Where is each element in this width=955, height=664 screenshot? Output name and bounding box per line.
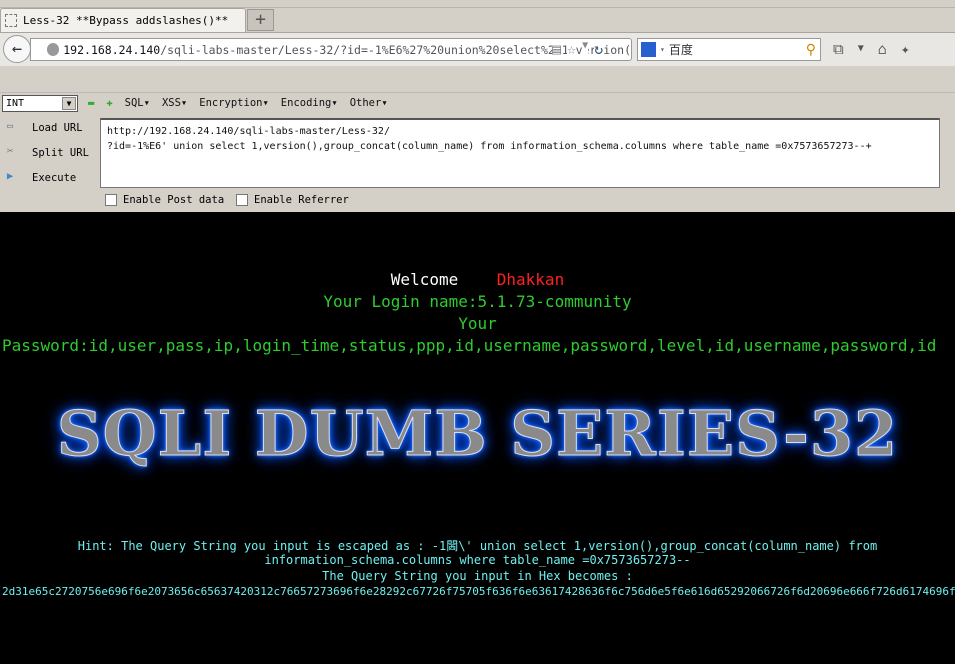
username: Dhakkan [496,270,565,289]
hex-line: 2d31e65c2720756e696f6e2073656c6563742031… [2,585,955,598]
search-box[interactable]: 🐾 ▾ 百度 ⚲ [637,38,821,61]
page-icon [5,14,17,27]
menu-encoding[interactable]: Encoding▾ [281,97,338,109]
server-icon[interactable]: ▤ [552,40,562,58]
increase-icon[interactable]: ✚ [106,97,112,109]
url-textarea[interactable]: http://192.168.24.140/sqli-labs-master/L… [100,118,940,188]
engine-dropdown-icon[interactable]: ▾ [660,45,665,54]
decrease-icon[interactable]: ▬ [88,97,94,109]
type-select[interactable]: INT ▼ [2,95,78,112]
enable-post-checkbox[interactable]: Enable Post data [105,194,224,206]
enable-referrer-checkbox[interactable]: Enable Referrer [236,194,349,206]
menu-encryption[interactable]: Encryption▾ [199,97,269,109]
checkbox[interactable] [236,194,248,206]
split-url-button[interactable]: ✂ Split URL [2,145,89,161]
hint-line-1: Hint: The Query String you input is esca… [77,539,878,553]
baidu-icon[interactable]: 🐾 [641,42,656,57]
checkbox[interactable] [105,194,117,206]
star-icon[interactable]: ☆ [567,40,577,58]
welcome-line: Welcome Dhakkan [390,270,565,289]
menu-strip [0,0,955,8]
scissors-icon: ✂ [6,145,14,157]
url-host: 192.168.24.140 [63,42,161,57]
url-bar[interactable]: 192.168.24.140/sqli-labs-master/Less-32/… [30,38,632,61]
execute-button[interactable]: ▶ Execute [2,170,76,186]
load-icon: ▭ [6,120,14,132]
select-value: INT [6,98,25,109]
menu-xss[interactable]: XSS▾ [162,97,187,109]
chevron-down-icon[interactable]: ▼ [62,97,76,110]
search-input[interactable]: 百度 [669,41,802,58]
your-label: Your [458,314,497,333]
hint-line-2: information_schema.columns where table_n… [264,553,691,567]
reload-icon[interactable]: ↻ [594,40,604,58]
login-name: Your Login name:5.1.73-community [323,292,632,311]
banner-logo: SQLI DUMB SERIES-32 [56,397,899,471]
play-icon: ▶ [6,170,14,182]
globe-icon [46,43,60,56]
browser-tab[interactable]: Less-32 **Bypass addslashes()** [0,8,246,32]
dropdown-icon[interactable]: ▼ [582,40,589,58]
password-line: Password:id,user,pass,ip,login_time,stat… [2,336,937,355]
search-icon[interactable]: ⚲ [806,42,816,58]
load-url-button[interactable]: ▭ Load URL [2,120,83,136]
hint-line-3: The Query String you input in Hex become… [322,569,633,583]
back-button[interactable]: ← [3,35,31,63]
menu-other[interactable]: Other▾ [350,97,388,109]
home-icon[interactable]: ⌂ [878,40,887,58]
bookmarks-icon[interactable]: ⧉ [833,40,844,58]
new-tab-button[interactable]: + [247,9,274,31]
page-content: Welcome Dhakkan Your Login name:5.1.73-c… [0,212,955,664]
menu-sql[interactable]: SQL▾ [125,97,150,109]
tab-title: Less-32 **Bypass addslashes()** [23,14,229,27]
addon-icon[interactable]: ✦ [901,40,910,58]
dropdown-icon[interactable]: ▼ [858,40,864,58]
